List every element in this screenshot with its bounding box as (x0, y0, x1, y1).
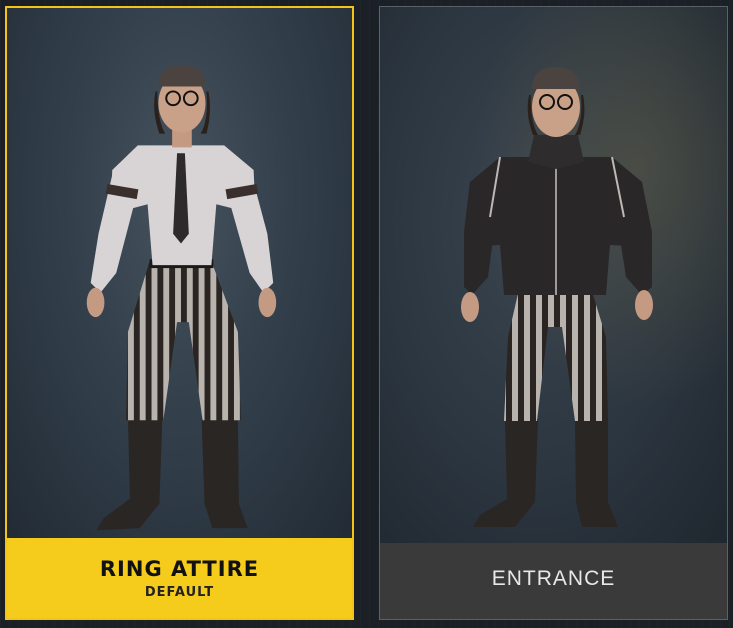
card-label-bar: ENTRANCE (380, 543, 727, 619)
character-preview-entrance (380, 7, 727, 543)
card-label-bar: RING ATTIRE DEFAULT (7, 538, 352, 618)
card-subtitle: DEFAULT (144, 584, 215, 600)
character-model-entrance (461, 67, 653, 527)
card-title: RING ATTIRE (99, 556, 260, 581)
character-model-ring (86, 64, 277, 531)
card-title: ENTRANCE (491, 567, 616, 590)
attire-card-entrance[interactable]: ENTRANCE (379, 6, 728, 620)
character-preview-ring (7, 8, 352, 538)
attire-card-ring[interactable]: RING ATTIRE DEFAULT (5, 6, 354, 620)
